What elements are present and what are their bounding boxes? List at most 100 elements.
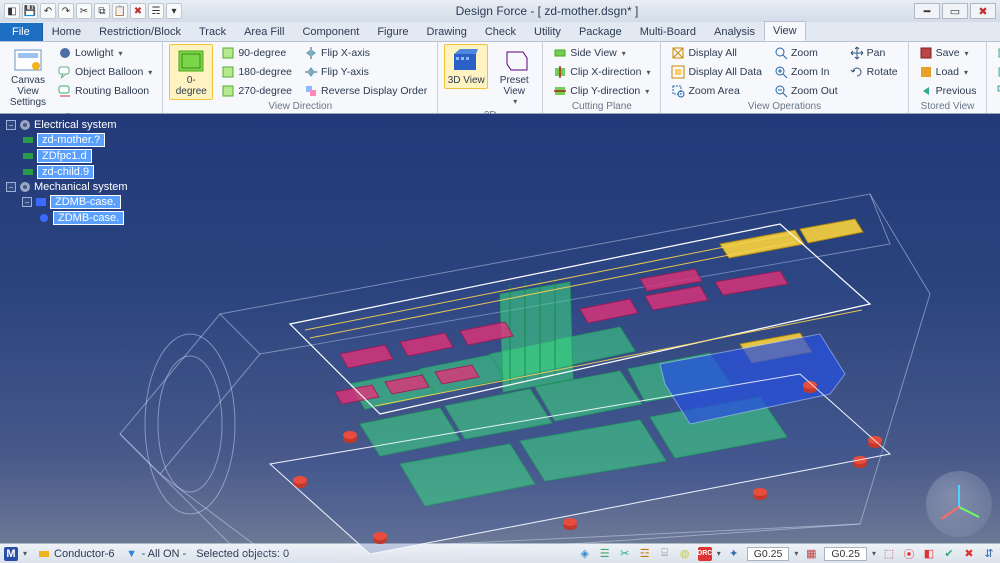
save-icon bbox=[919, 46, 933, 60]
new-window-button[interactable]: New Window bbox=[993, 44, 1000, 62]
reverse-icon bbox=[304, 84, 318, 98]
prev-icon bbox=[919, 84, 933, 98]
maximize-button[interactable]: ▭ bbox=[942, 3, 968, 19]
window-list-button[interactable]: Window List▾ bbox=[993, 82, 1000, 100]
tab-component[interactable]: Component bbox=[293, 22, 368, 41]
tab-multiboard[interactable]: Multi-Board bbox=[631, 22, 705, 41]
display-all-data-button[interactable]: Display All Data bbox=[667, 63, 766, 81]
part-icon bbox=[38, 212, 50, 224]
collapse-icon[interactable]: − bbox=[22, 197, 32, 207]
qa-undo-icon[interactable]: ↶ bbox=[40, 3, 56, 19]
flipy-button[interactable]: Flip Y-axis bbox=[300, 63, 431, 81]
design-tree[interactable]: − Electrical system zd-mother.? ZDfpc1.d… bbox=[6, 118, 166, 226]
display-all-button[interactable]: Display All bbox=[667, 44, 766, 62]
board-icon bbox=[22, 134, 34, 146]
rotate-button[interactable]: Rotate bbox=[846, 63, 902, 81]
tree-item-zd-child[interactable]: zd-child.9 bbox=[6, 164, 166, 180]
qa-props-icon[interactable]: ☴ bbox=[148, 3, 164, 19]
object-balloon-button[interactable]: Object Balloon▾ bbox=[54, 63, 156, 81]
tab-utility[interactable]: Utility bbox=[525, 22, 570, 41]
collapse-icon[interactable]: − bbox=[6, 120, 16, 130]
lowlight-button[interactable]: Lowlight▾ bbox=[54, 44, 156, 62]
tab-drawing[interactable]: Drawing bbox=[418, 22, 476, 41]
tree-item-zdmb-case[interactable]: − ZDMB-case. bbox=[6, 194, 166, 210]
tree-label: Electrical system bbox=[34, 119, 117, 131]
close-button[interactable]: ✖ bbox=[970, 3, 996, 19]
tab-check[interactable]: Check bbox=[476, 22, 525, 41]
tree-item-zd-mother[interactable]: zd-mother.? bbox=[6, 132, 166, 148]
ribbon-group-window: New Window Close Window Window List▾ Til… bbox=[987, 42, 1000, 113]
tab-track[interactable]: Track bbox=[190, 22, 235, 41]
pcb-3d-render bbox=[100, 134, 940, 563]
tab-figure[interactable]: Figure bbox=[368, 22, 417, 41]
canvas-view-settings-button[interactable]: Canvas View Settings bbox=[6, 44, 50, 111]
tab-view[interactable]: View bbox=[764, 21, 806, 41]
zoom-in-button[interactable]: Zoom In bbox=[770, 63, 842, 81]
ribbon: Canvas View Settings Lowlight▾ Object Ba… bbox=[0, 42, 1000, 114]
clip-x-button[interactable]: Clip X-direction▾ bbox=[549, 63, 654, 81]
3d-view-button[interactable]: 3D View bbox=[444, 44, 488, 89]
display-all-icon bbox=[671, 46, 685, 60]
balloon-icon bbox=[58, 65, 72, 79]
tree-mechanical-root[interactable]: − Mechanical system bbox=[6, 180, 166, 194]
tab-areafill[interactable]: Area Fill bbox=[235, 22, 293, 41]
tab-package[interactable]: Package bbox=[570, 22, 631, 41]
board-icon bbox=[22, 166, 34, 178]
gear-icon bbox=[19, 119, 31, 131]
qa-save-icon[interactable]: 💾 bbox=[22, 3, 38, 19]
app-icon[interactable]: ◧ bbox=[4, 3, 20, 19]
zoom-area-button[interactable]: Zoom Area bbox=[667, 82, 766, 100]
minimize-button[interactable]: ━ bbox=[914, 3, 940, 19]
group-label-window: Window bbox=[993, 100, 1000, 114]
status-j4[interactable]: ✔ bbox=[942, 547, 956, 561]
routing-balloon-button[interactable]: Routing Balloon bbox=[54, 82, 156, 100]
stored-prev-button[interactable]: Previous bbox=[915, 82, 981, 100]
ribbon-group-canvas: Canvas View Settings Lowlight▾ Object Ba… bbox=[0, 42, 163, 113]
tree-label: ZDMB-case. bbox=[50, 195, 121, 209]
qa-copy-icon[interactable]: ⧉ bbox=[94, 3, 110, 19]
stored-load-button[interactable]: Load▾ bbox=[915, 63, 981, 81]
chevron-down-icon: ▾ bbox=[513, 97, 517, 106]
tree-item-zdfpc1[interactable]: ZDfpc1.d bbox=[6, 148, 166, 164]
flipx-button[interactable]: Flip X-axis bbox=[300, 44, 431, 62]
tab-home[interactable]: Home bbox=[43, 22, 90, 41]
tab-file[interactable]: File bbox=[0, 23, 43, 41]
zoom-out-button[interactable]: Zoom Out bbox=[770, 82, 842, 100]
reverse-display-button[interactable]: Reverse Display Order bbox=[300, 82, 431, 100]
canvas-view-icon bbox=[12, 47, 44, 75]
stored-save-button[interactable]: Save▾ bbox=[915, 44, 981, 62]
zero-degree-icon bbox=[175, 47, 207, 75]
d270-button[interactable]: 270-degree bbox=[217, 82, 296, 100]
zoom-button[interactable]: Zoom bbox=[770, 44, 842, 62]
group-label-viewops: View Operations bbox=[667, 100, 901, 114]
case-icon bbox=[35, 196, 47, 208]
qa-redo-icon[interactable]: ↷ bbox=[58, 3, 74, 19]
tab-restriction[interactable]: Restriction/Block bbox=[90, 22, 190, 41]
status-j6[interactable]: ⇵ bbox=[982, 547, 996, 561]
side-view-button[interactable]: Side View▾ bbox=[549, 44, 654, 62]
qa-cut-icon[interactable]: ✂ bbox=[76, 3, 92, 19]
preset-view-button[interactable]: Preset View▾ bbox=[492, 44, 536, 109]
d180-button[interactable]: 180-degree bbox=[217, 63, 296, 81]
d90-button[interactable]: 90-degree bbox=[217, 44, 296, 62]
clip-y-button[interactable]: Clip Y-direction▾ bbox=[549, 82, 654, 100]
qa-delete-icon[interactable]: ✖ bbox=[130, 3, 146, 19]
tab-analysis[interactable]: Analysis bbox=[705, 22, 764, 41]
title-bar: ◧ 💾 ↶ ↷ ✂ ⧉ 📋 ✖ ☴ ▾ Design Force - [ zd-… bbox=[0, 0, 1000, 22]
pan-button[interactable]: Pan bbox=[846, 44, 902, 62]
ribbon-group-viewops: Display All Display All Data Zoom Area Z… bbox=[661, 42, 908, 113]
axis-gizmo[interactable] bbox=[926, 471, 992, 537]
tree-electrical-root[interactable]: − Electrical system bbox=[6, 118, 166, 132]
tree-label: zd-mother.? bbox=[37, 133, 105, 147]
qa-dropdown-icon[interactable]: ▾ bbox=[166, 3, 182, 19]
zero-degree-button[interactable]: 0-degree bbox=[169, 44, 213, 100]
chevron-down-icon: ▾ bbox=[645, 87, 649, 96]
status-j5[interactable]: ✖ bbox=[962, 547, 976, 561]
status-mode[interactable]: M▾ bbox=[4, 547, 27, 561]
close-window-button[interactable]: Close Window bbox=[993, 63, 1000, 81]
quick-access-toolbar: ◧ 💾 ↶ ↷ ✂ ⧉ 📋 ✖ ☴ ▾ bbox=[4, 3, 182, 19]
chevron-down-icon: ▾ bbox=[119, 49, 123, 58]
qa-paste-icon[interactable]: 📋 bbox=[112, 3, 128, 19]
tree-item-zdmb-case-sub[interactable]: ZDMB-case. bbox=[6, 210, 166, 226]
collapse-icon[interactable]: − bbox=[6, 182, 16, 192]
